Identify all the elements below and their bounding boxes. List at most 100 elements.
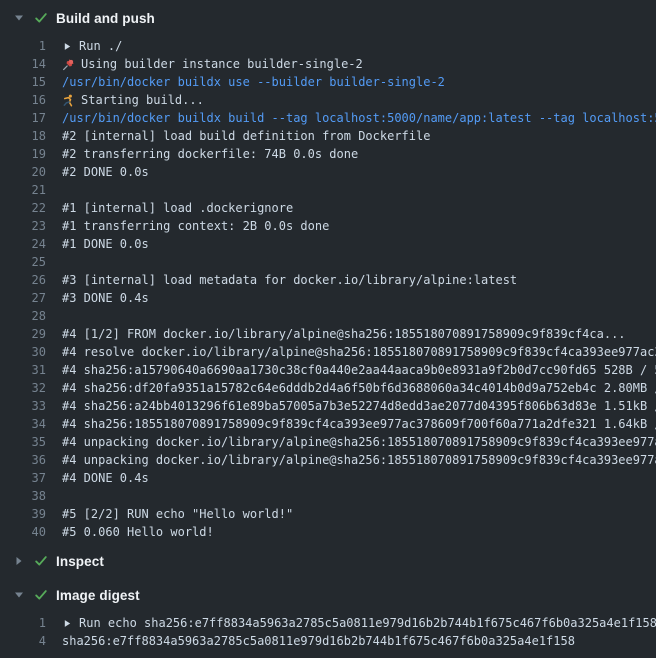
line-number[interactable]: 24 (0, 235, 46, 253)
line-number[interactable]: 4 (0, 632, 46, 650)
log-line-content: #1 [internal] load .dockerignore (62, 199, 293, 217)
log-line: 26 #3 [internal] load metadata for docke… (0, 271, 656, 289)
line-number[interactable]: 29 (0, 325, 46, 343)
log-line: 14 Using builder instance builder-single… (0, 55, 656, 73)
line-number[interactable]: 14 (0, 55, 46, 73)
run-expander-icon[interactable] (63, 619, 72, 628)
line-number[interactable]: 26 (0, 271, 46, 289)
log-line-content: #4 sha256:a24bb4013296f61e89ba57005a7b3e… (62, 397, 656, 415)
log-text: #4 sha256:df20fa9351a15782c64e6dddb2d4a6… (62, 379, 656, 397)
section-header-image-digest[interactable]: Image digest (0, 581, 656, 609)
log-line: 31 #4 sha256:a15790640a6690aa1730c38cf0a… (0, 361, 656, 379)
log-line: 19 #2 transferring dockerfile: 74B 0.0s … (0, 145, 656, 163)
log-line-content: Starting build... (62, 91, 204, 109)
log-line-content: #4 sha256:df20fa9351a15782c64e6dddb2d4a6… (62, 379, 656, 397)
line-number[interactable]: 15 (0, 73, 46, 91)
log-line-content: #3 DONE 0.4s (62, 289, 149, 307)
line-number[interactable]: 20 (0, 163, 46, 181)
log-line: 24 #1 DONE 0.0s (0, 235, 656, 253)
line-number[interactable]: 33 (0, 397, 46, 415)
check-icon (34, 11, 56, 25)
chevron-right-icon[interactable] (14, 556, 34, 566)
line-number[interactable]: 39 (0, 505, 46, 523)
line-number[interactable]: 25 (0, 253, 46, 271)
log-text: #4 unpacking docker.io/library/alpine@sh… (62, 451, 656, 469)
log-line: 27 #3 DONE 0.4s (0, 289, 656, 307)
log-line-content: #2 transferring dockerfile: 74B 0.0s don… (62, 145, 358, 163)
log-line-content: #1 DONE 0.0s (62, 235, 149, 253)
line-number[interactable]: 23 (0, 217, 46, 235)
log-line-content: Run ./ (62, 37, 122, 55)
line-number[interactable]: 36 (0, 451, 46, 469)
log-line: 25 (0, 253, 656, 271)
log-lines: 1 Run echo sha256:e7ff8834a5963a2785c5a0… (0, 614, 656, 650)
runner-icon (62, 94, 75, 107)
line-number[interactable]: 18 (0, 127, 46, 145)
log-line-content: #5 0.060 Hello world! (62, 523, 214, 541)
log-text: #2 DONE 0.0s (62, 163, 149, 181)
log-line-content: #2 DONE 0.0s (62, 163, 149, 181)
line-number[interactable]: 16 (0, 91, 46, 109)
line-number[interactable]: 1 (0, 37, 46, 55)
line-number[interactable]: 35 (0, 433, 46, 451)
line-number[interactable]: 30 (0, 343, 46, 361)
log-line: 20 #2 DONE 0.0s (0, 163, 656, 181)
log-text: /usr/bin/docker buildx build --tag local… (62, 109, 656, 127)
line-number[interactable]: 1 (0, 614, 46, 632)
log-text: #4 DONE 0.4s (62, 469, 149, 487)
section-header-build-and-push[interactable]: Build and push (0, 4, 656, 32)
log-line-content: #4 sha256:a15790640a6690aa1730c38cf0a440… (62, 361, 656, 379)
section-title: Inspect (56, 554, 104, 569)
line-number[interactable]: 22 (0, 199, 46, 217)
log-text: Run ./ (79, 37, 122, 55)
log-line-content: sha256:e7ff8834a5963a2785c5a0811e979d16b… (62, 632, 575, 650)
line-number[interactable]: 27 (0, 289, 46, 307)
line-number[interactable]: 32 (0, 379, 46, 397)
line-number[interactable]: 34 (0, 415, 46, 433)
section-header-inspect[interactable]: Inspect (0, 547, 656, 575)
line-number[interactable]: 37 (0, 469, 46, 487)
line-number[interactable]: 21 (0, 181, 46, 199)
log-text: Starting build... (81, 91, 204, 109)
log-line-content: #5 [2/2] RUN echo "Hello world!" (62, 505, 293, 523)
log-text: #1 transferring context: 2B 0.0s done (62, 217, 329, 235)
log-line-content: #4 resolve docker.io/library/alpine@sha2… (62, 343, 656, 361)
log-line-content: #4 [1/2] FROM docker.io/library/alpine@s… (62, 325, 626, 343)
section-title: Image digest (56, 588, 140, 603)
log-line: 29 #4 [1/2] FROM docker.io/library/alpin… (0, 325, 656, 343)
line-number[interactable]: 31 (0, 361, 46, 379)
log-section-inspect: Inspect (0, 547, 656, 581)
log-line-content: #2 [internal] load build definition from… (62, 127, 430, 145)
log-line: 37 #4 DONE 0.4s (0, 469, 656, 487)
log-line: 23 #1 transferring context: 2B 0.0s done (0, 217, 656, 235)
log-line: 36 #4 unpacking docker.io/library/alpine… (0, 451, 656, 469)
log-line: 1 Run echo sha256:e7ff8834a5963a2785c5a0… (0, 614, 656, 632)
log-text: #4 [1/2] FROM docker.io/library/alpine@s… (62, 325, 626, 343)
log-line: 33 #4 sha256:a24bb4013296f61e89ba57005a7… (0, 397, 656, 415)
chevron-down-icon[interactable] (14, 13, 34, 23)
log-line-content: #1 transferring context: 2B 0.0s done (62, 217, 329, 235)
run-expander-icon[interactable] (63, 42, 72, 51)
log-line: 15 /usr/bin/docker buildx use --builder … (0, 73, 656, 91)
log-text: #3 [internal] load metadata for docker.i… (62, 271, 517, 289)
line-number[interactable]: 40 (0, 523, 46, 541)
log-line: 35 #4 unpacking docker.io/library/alpine… (0, 433, 656, 451)
pushpin-icon (62, 58, 75, 71)
line-number[interactable]: 19 (0, 145, 46, 163)
log-sections-container: Build and push 1 Run ./ 14 Using builder… (0, 4, 656, 650)
log-line-content: /usr/bin/docker buildx use --builder bui… (62, 73, 445, 91)
log-text: #5 0.060 Hello world! (62, 523, 214, 541)
line-number[interactable]: 17 (0, 109, 46, 127)
log-line-content: #4 unpacking docker.io/library/alpine@sh… (62, 433, 656, 451)
section-title: Build and push (56, 11, 155, 26)
log-section-build-and-push: Build and push 1 Run ./ 14 Using builder… (0, 4, 656, 541)
log-line: 18 #2 [internal] load build definition f… (0, 127, 656, 145)
line-number[interactable]: 28 (0, 307, 46, 325)
check-icon (34, 588, 56, 602)
line-number[interactable]: 38 (0, 487, 46, 505)
log-text: #1 DONE 0.0s (62, 235, 149, 253)
log-line-content: Using builder instance builder-single-2 (62, 55, 363, 73)
check-icon (34, 554, 56, 568)
chevron-down-icon[interactable] (14, 590, 34, 600)
log-text: #1 [internal] load .dockerignore (62, 199, 293, 217)
